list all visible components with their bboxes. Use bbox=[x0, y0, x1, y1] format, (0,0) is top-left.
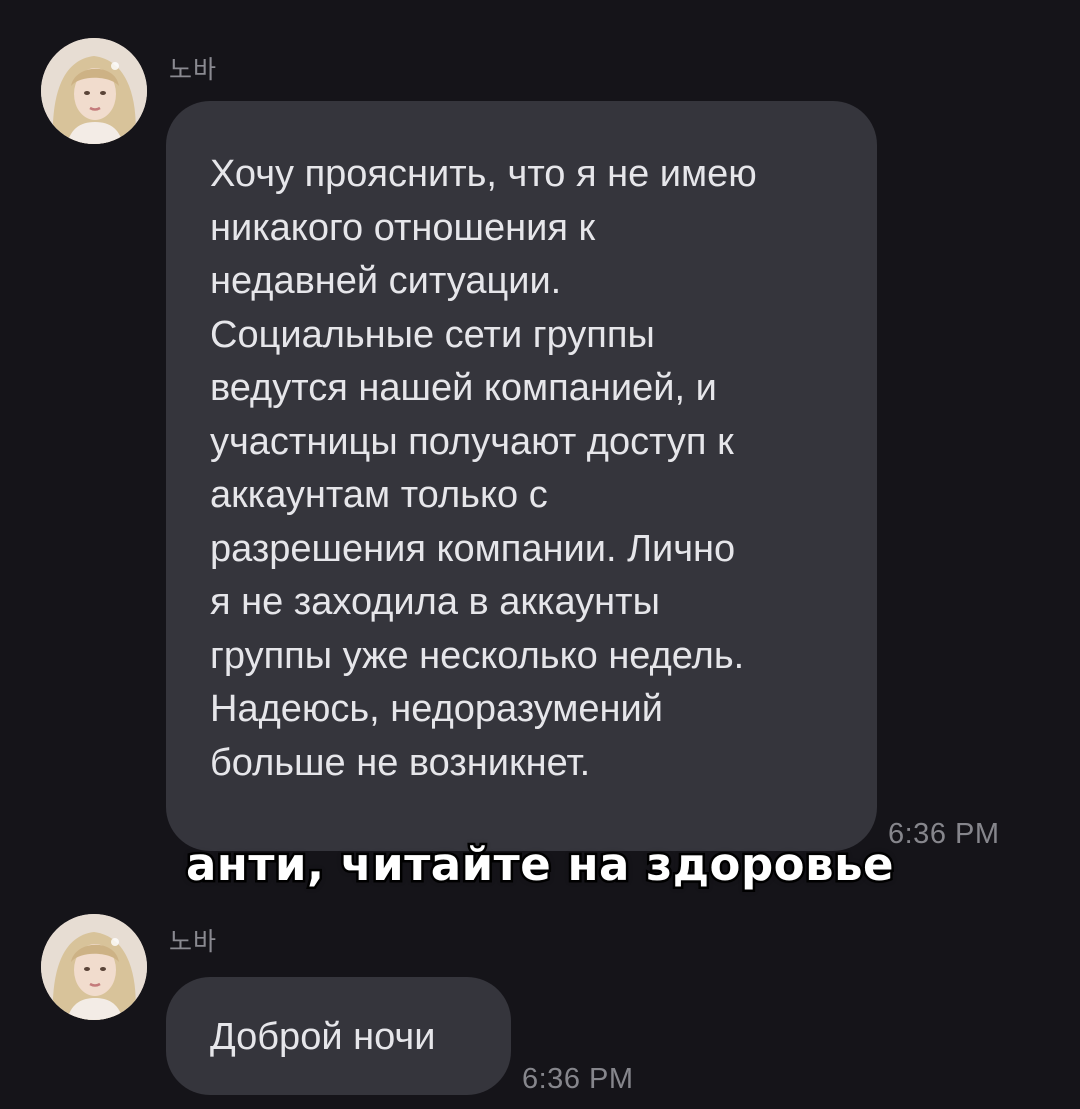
message-timestamp: 6:36 PM bbox=[522, 1063, 634, 1095]
message-text: Хочу прояснить, что я не имею никакого о… bbox=[210, 153, 757, 784]
message-text: Доброй ночи bbox=[210, 1016, 436, 1058]
avatar[interactable] bbox=[41, 914, 147, 1020]
overlay-caption: анти, читайте на здоровье bbox=[183, 836, 896, 894]
avatar[interactable] bbox=[41, 38, 147, 144]
message-bubble[interactable]: Доброй ночи bbox=[166, 977, 511, 1095]
sender-name: 노바 bbox=[169, 55, 218, 84]
message-bubble[interactable]: Хочу прояснить, что я не имею никакого о… bbox=[166, 101, 877, 851]
sender-name: 노바 bbox=[169, 927, 218, 956]
